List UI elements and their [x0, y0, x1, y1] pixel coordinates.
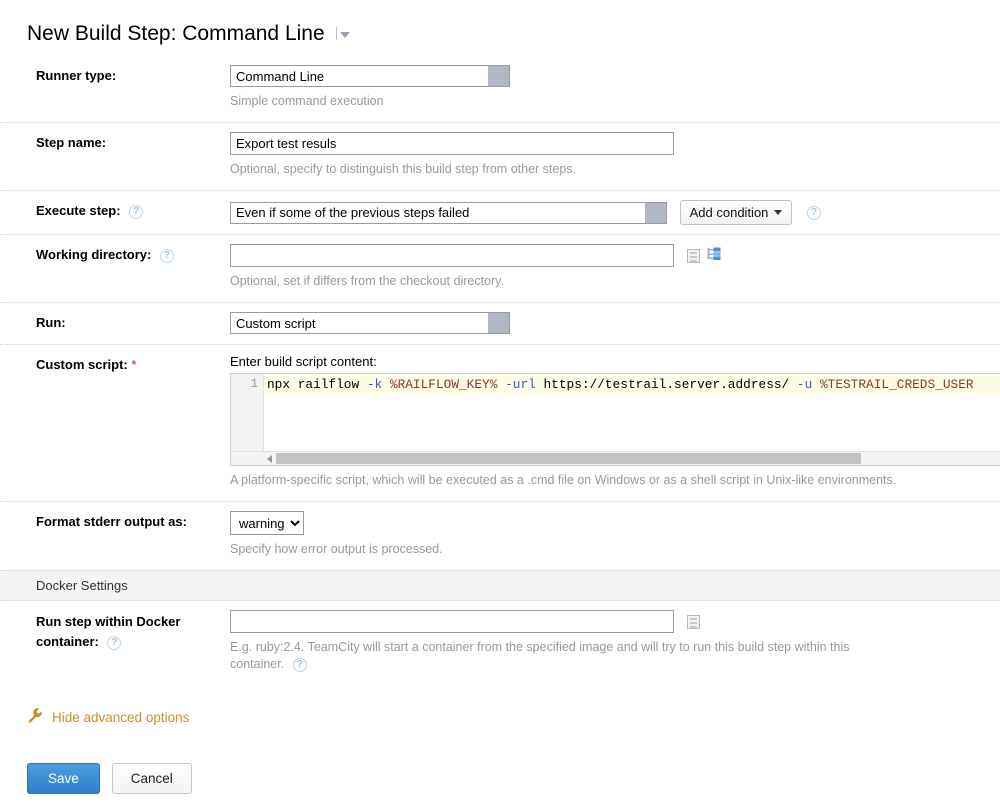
- code-line[interactable]: npx railflow -k %RAILFLOW_KEY% -url http…: [264, 374, 1000, 396]
- working-directory-input[interactable]: [230, 244, 674, 267]
- execute-step-input[interactable]: [230, 201, 645, 224]
- runner-type-dropdown-button[interactable]: [488, 65, 510, 87]
- custom-script-label: Custom script: *: [0, 345, 230, 501]
- code-token: %RAILFLOW_KEY%: [389, 377, 498, 392]
- form-footer: Save Cancel: [0, 727, 1000, 794]
- row-docker-container: Run step within Docker container: ? E.g.…: [0, 601, 1000, 685]
- help-icon[interactable]: ?: [292, 657, 307, 672]
- runner-type-combo[interactable]: [230, 65, 510, 87]
- working-directory-hint: Optional, set if differs from the checko…: [230, 274, 504, 288]
- runner-type-label: Runner type:: [36, 68, 117, 83]
- row-working-directory: Working directory: ? Optional, set if di…: [0, 235, 1000, 303]
- execute-step-label: Execute step: ?: [0, 191, 230, 234]
- working-directory-field: Optional, set if differs from the checko…: [230, 235, 1000, 302]
- custom-script-label-text: Custom script:: [36, 357, 128, 372]
- format-stderr-label: Format stderr output as:: [36, 514, 187, 529]
- execute-step-field: Add condition ?: [230, 191, 1000, 234]
- execute-step-combo[interactable]: [230, 201, 667, 224]
- docker-container-label-line2-wrap: container: ?: [36, 632, 220, 652]
- build-step-form-page: New Build Step: Command Line Runner type…: [0, 0, 1000, 807]
- execute-step-dropdown-button[interactable]: [645, 201, 667, 224]
- docker-container-label-line1: Run step within Docker: [36, 614, 181, 629]
- execute-step-label-text: Execute step:: [36, 203, 121, 218]
- custom-script-editor[interactable]: 1 npx railflow -k %RAILFLOW_KEY% -url ht…: [230, 373, 1000, 466]
- line-number: 1: [250, 377, 258, 391]
- row-execute-step: Execute step: ? Add condition ?: [0, 191, 1000, 235]
- format-stderr-select[interactable]: warningerror: [230, 511, 304, 535]
- step-name-hint: Optional, specify to distinguish this bu…: [230, 162, 577, 176]
- format-stderr-field: warningerror Specify how error output is…: [230, 502, 1000, 570]
- row-format-stderr: Format stderr output as: warningerror Sp…: [0, 502, 1000, 570]
- run-dropdown-button[interactable]: [488, 312, 510, 334]
- code-token: %TESTRAIL_CREDS_USER: [819, 377, 974, 392]
- code-token: -url: [505, 377, 536, 392]
- docker-container-label: Run step within Docker container: ?: [0, 601, 230, 685]
- step-name-input[interactable]: [230, 132, 674, 155]
- run-field: [230, 303, 1000, 344]
- editor-body: 1 npx railflow -k %RAILFLOW_KEY% -url ht…: [231, 374, 1000, 451]
- add-condition-button[interactable]: Add condition: [679, 200, 793, 225]
- code-token: npx railflow: [267, 377, 367, 392]
- row-step-name: Step name: Optional, specify to distingu…: [0, 123, 1000, 191]
- step-name-field: Optional, specify to distinguish this bu…: [230, 123, 1000, 190]
- code-token: -k: [366, 377, 383, 392]
- build-step-form: Runner type: Simple command execution St…: [0, 56, 1000, 570]
- edit-in-dialog-icon[interactable]: [686, 614, 700, 629]
- working-directory-label: Working directory: ?: [0, 235, 230, 302]
- docker-container-label-line2: container:: [36, 634, 99, 649]
- row-runner-type: Runner type: Simple command execution: [0, 56, 1000, 123]
- docker-settings-section-header: Docker Settings: [0, 570, 1000, 601]
- cancel-button[interactable]: Cancel: [111, 763, 192, 794]
- custom-script-editor-label: Enter build script content:: [230, 354, 377, 369]
- docker-container-hint: E.g. ruby:2.4. TeamCity will start a con…: [230, 639, 892, 673]
- docker-container-hint-text: E.g. ruby:2.4. TeamCity will start a con…: [230, 640, 850, 671]
- editor-code-area[interactable]: npx railflow -k %RAILFLOW_KEY% -url http…: [264, 374, 1000, 451]
- chevron-down-icon: [774, 210, 783, 215]
- run-combo[interactable]: [230, 312, 510, 334]
- help-icon[interactable]: ?: [159, 248, 174, 263]
- working-directory-label-text: Working directory:: [36, 247, 152, 262]
- scroll-left-icon[interactable]: [267, 454, 272, 463]
- code-token: https://testrail.server.address/: [535, 377, 797, 392]
- menu-separator: [335, 27, 337, 40]
- editor-gutter: 1: [231, 374, 264, 451]
- page-header: New Build Step: Command Line: [0, 0, 1000, 46]
- runner-type-field: Simple command execution: [230, 56, 1000, 122]
- row-run: Run:: [0, 303, 1000, 345]
- title-actions-menu[interactable]: [335, 27, 350, 40]
- run-label: Run:: [36, 315, 66, 330]
- help-icon[interactable]: ?: [807, 205, 822, 220]
- edit-in-dialog-icon[interactable]: [686, 248, 700, 263]
- help-icon[interactable]: ?: [107, 635, 122, 650]
- parameter-picker-icon[interactable]: [707, 247, 722, 264]
- scrollbar-thumb[interactable]: [276, 453, 861, 464]
- add-condition-label: Add condition: [689, 205, 769, 220]
- toggle-advanced-options-label[interactable]: Hide advanced options: [52, 710, 189, 725]
- docker-container-input[interactable]: [230, 610, 674, 633]
- page-title: New Build Step: Command Line: [27, 22, 325, 45]
- runner-type-input[interactable]: [230, 65, 488, 87]
- custom-script-field: Enter build script content: 1 npx railfl…: [230, 345, 1000, 501]
- save-button[interactable]: Save: [27, 763, 100, 794]
- custom-script-hint: A platform-specific script, which will b…: [230, 473, 897, 487]
- docker-field-icons: [686, 614, 700, 629]
- docker-container-field: E.g. ruby:2.4. TeamCity will start a con…: [230, 601, 1000, 685]
- help-icon[interactable]: ?: [129, 204, 144, 219]
- toggle-advanced-options[interactable]: Hide advanced options: [0, 685, 1000, 727]
- wrench-icon: [27, 707, 44, 727]
- working-directory-field-icons: [686, 247, 722, 264]
- required-marker: *: [131, 357, 137, 372]
- chevron-down-icon[interactable]: [339, 31, 350, 38]
- runner-type-hint: Simple command execution: [230, 94, 384, 108]
- step-name-label: Step name:: [36, 135, 107, 150]
- code-token: -u: [796, 377, 813, 392]
- run-input[interactable]: [230, 312, 488, 334]
- format-stderr-hint: Specify how error output is processed.: [230, 542, 443, 556]
- editor-horizontal-scrollbar[interactable]: [231, 451, 1000, 465]
- row-custom-script: Custom script: * Enter build script cont…: [0, 345, 1000, 502]
